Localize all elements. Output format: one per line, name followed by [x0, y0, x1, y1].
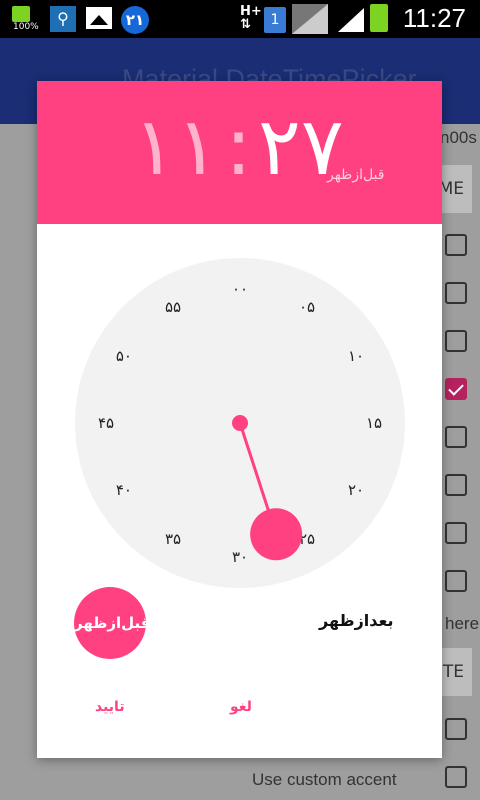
clock-selector-knob: [250, 508, 303, 561]
clock-hand: [232, 415, 303, 561]
am-button[interactable]: قبل‌ازظهر: [74, 587, 150, 659]
signal-strength-icon: [338, 8, 364, 32]
ok-button[interactable]: تایید: [95, 699, 125, 715]
header-hour[interactable]: ۱۱: [133, 100, 219, 193]
battery-icon: [370, 4, 388, 32]
status-time: 11:27: [402, 3, 466, 33]
background-checkbox[interactable]: [445, 426, 467, 448]
clock-face[interactable]: ۵۵ ۵۰ ۴۵ ۴۰ ۳۵ ۳۰ ۲۵ ۲۰ ۱۵ ۱۰ ۰۵ ۰۰: [75, 258, 405, 588]
battery-full-icon: [12, 6, 30, 22]
gallery-icon: [86, 7, 112, 29]
battery-percent: 100%: [13, 22, 39, 32]
header-ampm[interactable]: قبل‌ازظهر: [327, 167, 385, 183]
cancel-button[interactable]: لغو: [230, 699, 252, 715]
sim-icon: 1: [264, 7, 286, 33]
background-partial-text: n00s: [440, 128, 477, 147]
header-time: ۱۱:۲۷: [133, 107, 344, 187]
time-header: ۱۱:۲۷ قبل‌ازظهر: [37, 81, 442, 224]
pm-button[interactable]: بعدازظهر: [319, 611, 394, 630]
background-checkbox[interactable]: [445, 718, 467, 740]
background-checkbox[interactable]: [445, 330, 467, 352]
background-checkbox[interactable]: [445, 570, 467, 592]
clock-center-dot: [232, 415, 248, 431]
background-checkbox[interactable]: [445, 766, 467, 788]
usb-icon: ⚲: [50, 6, 76, 32]
background-checkbox[interactable]: [445, 378, 467, 400]
background-checkbox[interactable]: [445, 234, 467, 256]
background-checkbox[interactable]: [445, 522, 467, 544]
signal-icon: [292, 4, 328, 34]
notification-badge: ۲۱: [121, 6, 149, 34]
status-bar: 100% ⚲ ۲۱ H+ ⇅ 1 11:27: [0, 0, 480, 38]
time-picker-dialog: ۱۱:۲۷ قبل‌ازظهر ۵۵ ۵۰ ۴۵ ۴۰ ۳۵ ۳۰ ۲۵ ۲۰ ۱۵ ۱۰ ۰۵ ۰۰…: [37, 81, 442, 758]
header-separator: :: [224, 100, 252, 193]
background-partial-text-2: here.: [445, 614, 480, 633]
network-type: H+ ⇅: [240, 4, 262, 32]
background-checkbox[interactable]: [445, 282, 467, 304]
background-checkbox[interactable]: [445, 474, 467, 496]
custom-accent-label: Use custom accent: [252, 770, 397, 789]
